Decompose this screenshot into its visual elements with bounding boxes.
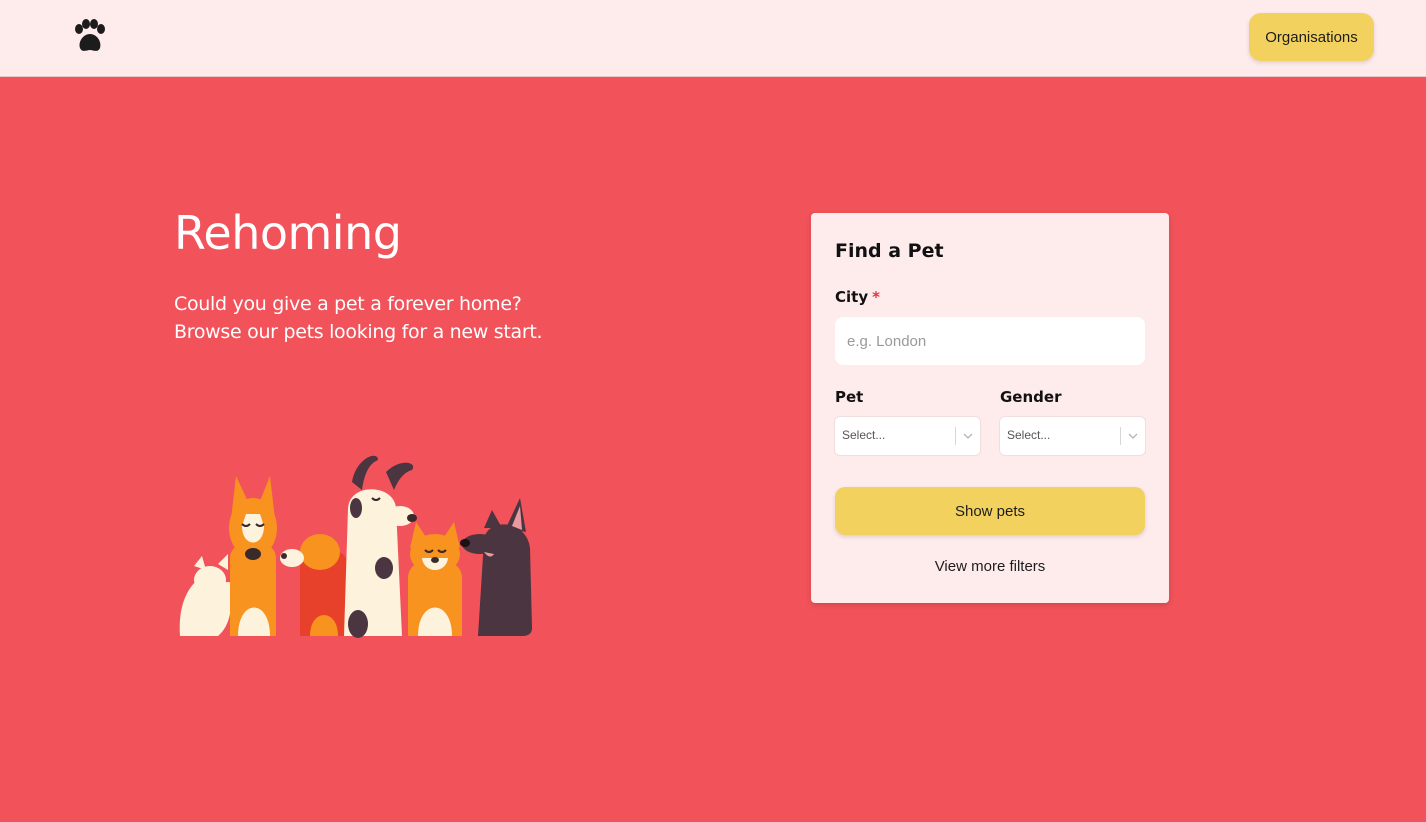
chevron-down-icon[interactable] bbox=[1127, 430, 1139, 442]
gender-select-value: Select... bbox=[1007, 428, 1051, 442]
paw-icon[interactable] bbox=[71, 19, 109, 55]
hero-subtitle: Could you give a pet a forever home? Bro… bbox=[174, 290, 543, 346]
select-separator bbox=[1120, 427, 1121, 445]
find-pet-card: Find a Pet City* Pet Select... Gender Se… bbox=[811, 213, 1169, 603]
show-pets-button[interactable]: Show pets bbox=[835, 487, 1145, 535]
hero-subtitle-line-1: Could you give a pet a forever home? bbox=[174, 293, 522, 315]
pet-label: Pet bbox=[835, 388, 864, 406]
organisations-button[interactable]: Organisations bbox=[1249, 13, 1374, 61]
find-pet-title: Find a Pet bbox=[835, 240, 944, 262]
city-label: City * bbox=[835, 288, 880, 306]
pet-select-value: Select... bbox=[842, 428, 886, 442]
required-mark: * bbox=[872, 288, 880, 306]
dogs-illustration bbox=[179, 455, 532, 638]
pet-select[interactable]: Select... bbox=[835, 417, 980, 455]
page: Organisations Rehoming Could you give a … bbox=[0, 0, 1426, 822]
city-label-text: City bbox=[835, 288, 869, 306]
select-separator bbox=[955, 427, 956, 445]
hero-title: Rehoming bbox=[174, 206, 402, 260]
gender-label: Gender bbox=[1000, 388, 1062, 406]
chevron-down-icon[interactable] bbox=[962, 430, 974, 442]
city-input[interactable] bbox=[835, 317, 1145, 365]
top-nav: Organisations bbox=[0, 0, 1426, 77]
gender-select[interactable]: Select... bbox=[1000, 417, 1145, 455]
hero-subtitle-line-2: Browse our pets looking for a new start. bbox=[174, 321, 543, 343]
view-more-filters-link[interactable]: View more filters bbox=[811, 558, 1169, 575]
